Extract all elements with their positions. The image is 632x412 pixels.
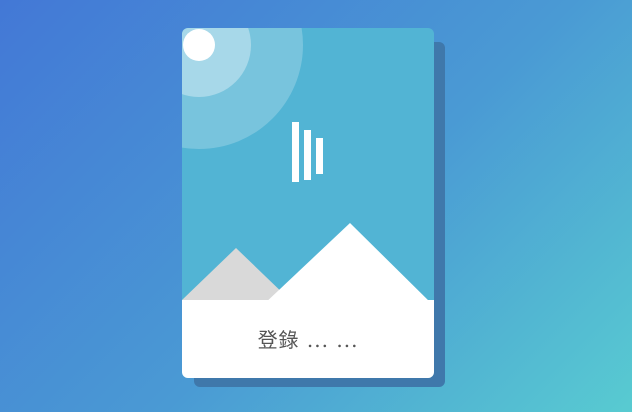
login-label[interactable]: 登錄 ... ... [182, 324, 434, 353]
login-card[interactable]: 登錄 ... ... [182, 28, 434, 378]
mountains-icon [182, 223, 434, 378]
sun-icon [182, 28, 303, 149]
bars-logo-icon [292, 122, 323, 182]
